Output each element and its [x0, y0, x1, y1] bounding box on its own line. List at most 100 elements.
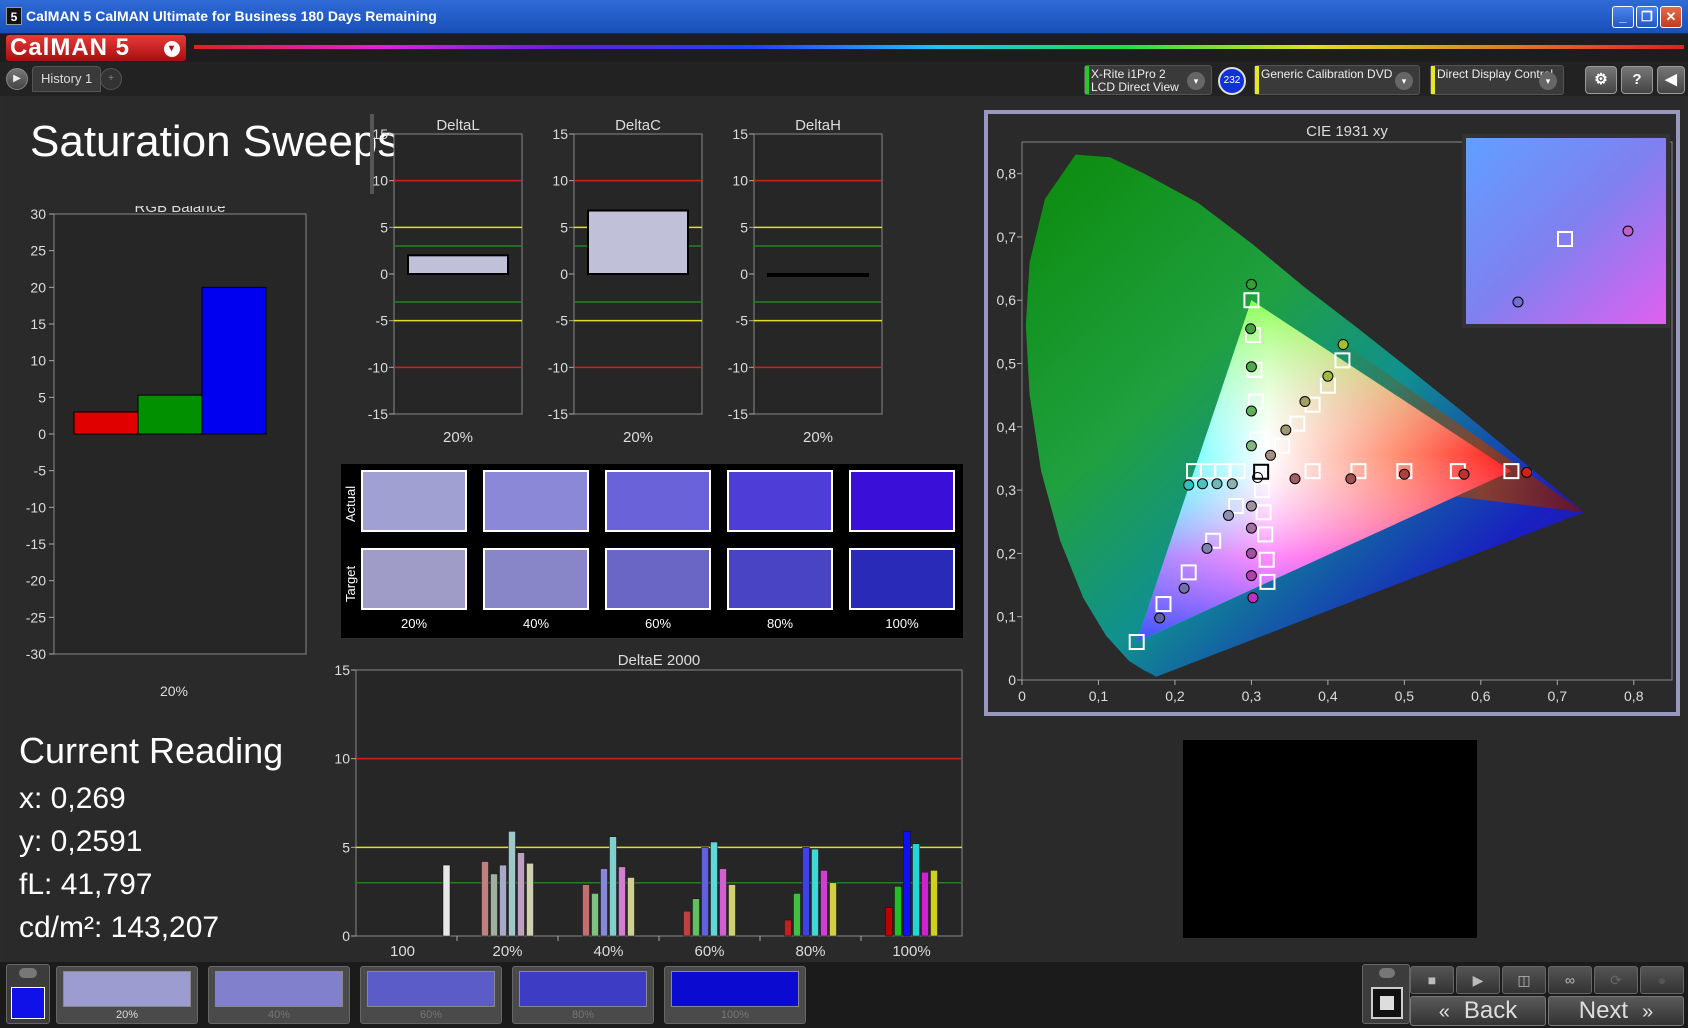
help-icon[interactable]: ?: [1621, 66, 1653, 94]
reading-fl: fL: 41,797: [19, 868, 153, 901]
y-tick-label: -5: [34, 463, 47, 479]
x-tick-label: 0,7: [1548, 688, 1568, 704]
calman-menu-button[interactable]: CalMAN 5 ▾: [6, 35, 186, 61]
deltae-bar: [600, 868, 608, 937]
actual-marker: [1280, 424, 1292, 436]
y-tick-label: 15: [732, 126, 748, 142]
bar: [73, 411, 139, 435]
settings-gear-icon[interactable]: ⚙: [1585, 66, 1617, 94]
chart-title: DeltaH: [795, 117, 841, 134]
stop-icon-button[interactable]: ■: [1410, 966, 1454, 994]
deltae-bar: [618, 866, 626, 937]
rainbow-divider: [194, 45, 1684, 49]
target-swatch: [727, 548, 833, 610]
y-tick-label: -5: [376, 313, 389, 329]
y-tick-label: 0,2: [997, 545, 1017, 561]
cie-1931-chart: CIE 1931 xy 0,8 0,7 0,6 0,5 0,4 0,3 0,2 0,1 00 0,1…: [997, 123, 1673, 704]
y-tick-label: 0: [1008, 672, 1016, 688]
actual-marker: [1245, 323, 1257, 335]
back-icon: «: [1438, 1001, 1450, 1023]
deltae-bar: [820, 870, 828, 937]
deltae-bar: [710, 841, 718, 937]
deltae-bar: [499, 864, 507, 937]
back-label: Back: [1463, 997, 1518, 1024]
x-tick-label: 100: [390, 943, 415, 960]
disabled-icon-button: ●: [1640, 966, 1684, 994]
color-swatch-panel: Actual Target 20% 40% 60% 80% 100%: [341, 464, 963, 638]
rgb-balance-chart: RGB Balance 30 25 20 15 10 5 0 -5 -10 -15 -20 -25 -30…: [26, 206, 307, 699]
tab-history-1[interactable]: History 1: [32, 66, 102, 92]
step-thumbnail[interactable]: 20%: [56, 966, 198, 1024]
y-tick-label: -10: [368, 359, 388, 375]
page-title: Saturation Sweeps: [30, 117, 400, 166]
deltae-bar: [609, 836, 617, 937]
measure-window-icon-button[interactable]: ◫: [1502, 966, 1546, 994]
y-tick-label: 15: [334, 662, 350, 678]
y-tick-label: 0,1: [997, 609, 1017, 625]
refresh-icon-button[interactable]: ⟳: [1594, 966, 1638, 994]
display-status-bar: [1431, 66, 1435, 94]
step-color: [671, 971, 799, 1007]
target-swatch: [361, 548, 467, 610]
step-thumbnail[interactable]: 60%: [360, 966, 502, 1024]
next-label: Next: [1578, 997, 1629, 1024]
chart-title: DeltaL: [436, 117, 479, 134]
step-label: 60%: [419, 1009, 443, 1021]
deltae-bar: [885, 907, 893, 937]
y-tick-label: 0,7: [997, 229, 1017, 245]
chevron-up-icon[interactable]: [1379, 968, 1395, 978]
actual-marker: [1196, 478, 1208, 490]
step-label: 40%: [267, 1009, 291, 1021]
x-tick-label: 40%: [593, 943, 623, 960]
stop-measurement-button[interactable]: [1371, 987, 1403, 1019]
actual-marker: [1299, 396, 1311, 408]
minimize-button[interactable]: _: [1612, 6, 1634, 28]
y-tick-label: 5: [380, 219, 388, 235]
swatch-label: 40%: [522, 616, 550, 631]
restore-button[interactable]: ❐: [1636, 6, 1658, 28]
add-tab-button[interactable]: +: [100, 68, 122, 90]
deltae-bar: [582, 884, 590, 937]
x-tick-label: 0: [1018, 688, 1026, 704]
actual-marker: [1345, 473, 1357, 485]
deltae-bar: [784, 919, 792, 937]
close-button[interactable]: ✕: [1660, 6, 1682, 28]
bottom-toolbar: 20% 40% 60% 80% 100% ■ ▶ ◫ ∞ ⟳ ● « Back Next »: [0, 962, 1688, 1028]
meter-badge[interactable]: 232: [1218, 67, 1246, 95]
play-icon[interactable]: ▶: [6, 68, 28, 90]
chevron-up-icon[interactable]: [19, 968, 37, 978]
y-tick-label: -10: [26, 499, 46, 515]
deltae-bar: [719, 868, 727, 937]
back-button[interactable]: « Back: [1410, 996, 1546, 1026]
target-swatch: [483, 548, 589, 610]
collapse-left-icon[interactable]: ◀: [1657, 66, 1685, 94]
step-color: [519, 971, 647, 1007]
x-tick-label: 0,4: [1318, 688, 1338, 704]
stop-icon: [1380, 996, 1394, 1010]
source-status-bar: [1255, 66, 1259, 94]
source-selector[interactable]: Generic Calibration DVD ▾: [1254, 65, 1420, 95]
x-tick-label: 20%: [623, 429, 653, 446]
display-selector[interactable]: Direct Display Control ▾: [1430, 65, 1564, 95]
bar: [201, 286, 267, 435]
step-thumbnail[interactable]: 40%: [208, 966, 350, 1024]
x-tick-label: 20%: [492, 943, 522, 960]
actual-marker: [1245, 361, 1257, 373]
actual-marker: [1222, 509, 1234, 521]
actual-marker: [1154, 612, 1166, 624]
y-tick-label: 5: [342, 839, 350, 855]
y-tick-label: 10: [552, 173, 568, 189]
play-icon-button[interactable]: ▶: [1456, 966, 1500, 994]
x-tick-label: 20%: [443, 429, 473, 446]
continuous-icon-button[interactable]: ∞: [1548, 966, 1592, 994]
swatch-label: 80%: [766, 616, 794, 631]
meter-selector[interactable]: X-Rite i1Pro 2 LCD Direct View ▾: [1084, 65, 1212, 95]
x-tick-label: 0,2: [1165, 688, 1185, 704]
next-button[interactable]: Next »: [1548, 996, 1684, 1026]
step-thumbnail[interactable]: 100%: [664, 966, 806, 1024]
y-tick-label: -15: [26, 536, 46, 552]
step-thumbnail[interactable]: 80%: [512, 966, 654, 1024]
y-tick-label: 0: [38, 426, 46, 442]
chart-title: DeltaC: [615, 117, 661, 134]
deltae-bar: [526, 863, 534, 937]
